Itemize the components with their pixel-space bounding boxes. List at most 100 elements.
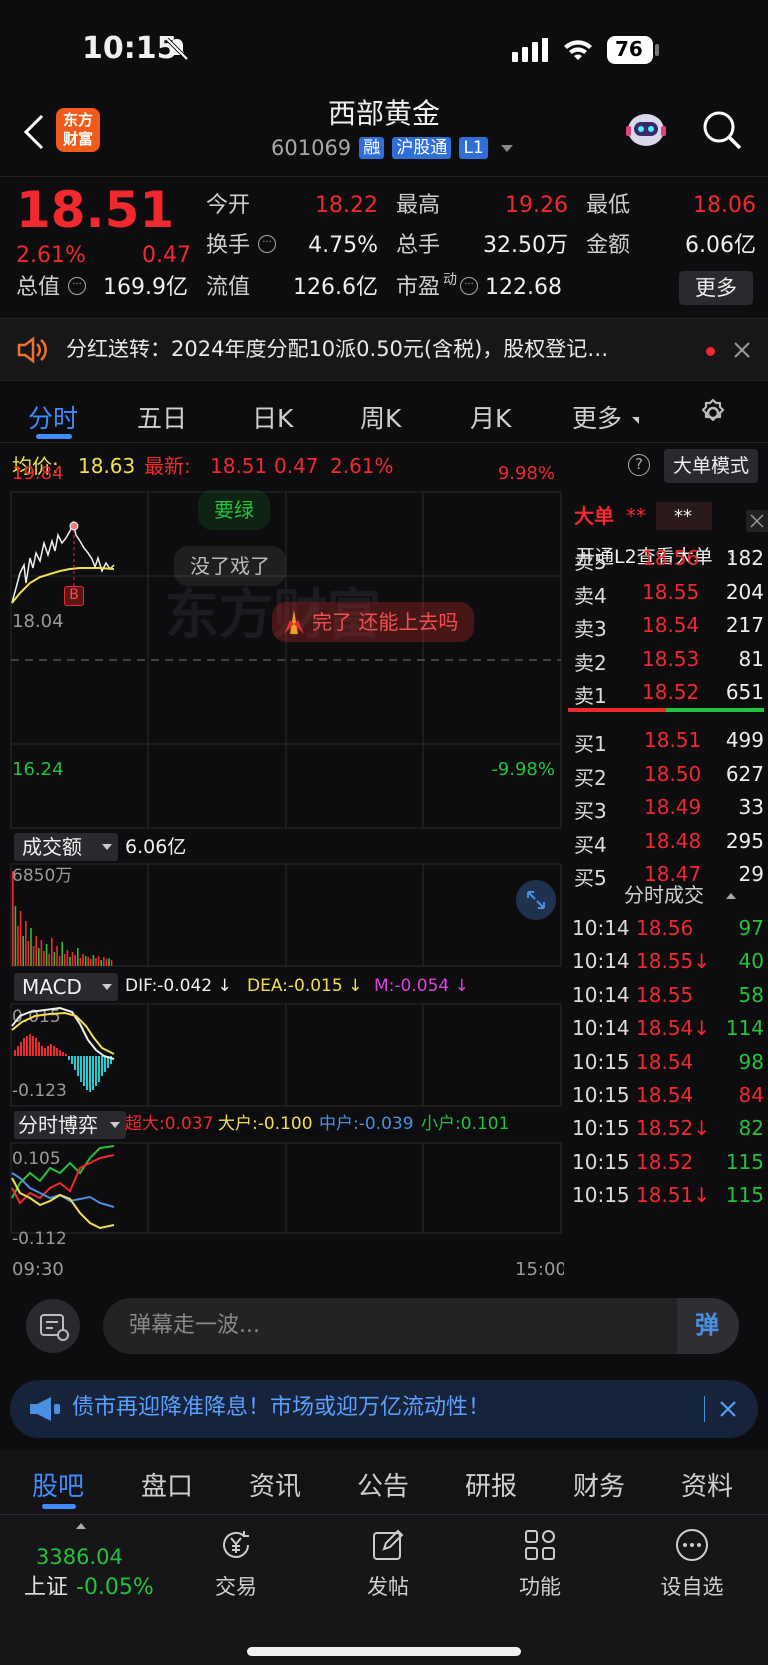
high-value: 19.26 [505,193,568,218]
stock-code-row: 601069 融 沪股通 L1 [271,136,513,162]
volume-bar [56,946,58,966]
macd-bar [86,1056,88,1090]
tab-news[interactable]: 资讯 [249,1466,301,1503]
bid-row[interactable]: 买4 18.48 295 [564,823,768,857]
tick-price: 18.56 [636,916,694,940]
big-order-label: 大单 [574,504,614,528]
tab-weekly-k[interactable]: 周K [360,399,401,435]
ask-row[interactable]: 卖2 18.53 81 [564,641,768,675]
tab-guba[interactable]: 股吧 [32,1466,84,1503]
ask-row[interactable]: 卖1 18.52 651 [564,674,768,708]
gear-icon[interactable] [697,397,729,429]
search-icon[interactable] [700,108,744,152]
big-order-mode-button[interactable]: 大单模式 [664,449,758,483]
ticks-title[interactable]: 分时成交 [624,885,704,905]
wifi-icon [564,40,592,60]
status-bar: 10:15 76 [0,0,768,100]
caret-up-icon [76,1523,86,1529]
change-amount: 0.47 [142,243,191,268]
info-dots-icon[interactable]: ··· [68,277,86,295]
more-dots-icon [676,1529,708,1561]
tab-intraday[interactable]: 分时 [28,399,78,435]
tab-daily-k[interactable]: 日K [252,399,293,435]
danmaku-bubble[interactable]: 没了戏了 [174,546,286,586]
macd-bar [74,1056,76,1070]
tick-volume: 82 [738,1116,764,1141]
tab-depth[interactable]: 盘口 [141,1466,193,1503]
tab-research[interactable]: 研报 [465,1466,517,1503]
ask-volume: 204 [725,579,764,604]
expand-button[interactable] [516,880,556,920]
close-icon [750,514,764,528]
volume-bar [12,871,14,966]
tick-price: 18.52 [636,1149,694,1174]
tab-monthly-k[interactable]: 月K [470,399,511,435]
tab-profile[interactable]: 资料 [681,1466,733,1503]
tab-indicator [42,1504,76,1509]
help-icon[interactable]: ? [628,454,650,476]
ask-row[interactable]: 卖5 18.56 182 [564,540,768,574]
robot-assistant-icon[interactable] [622,106,670,154]
ask-price: 18.54 [642,613,700,637]
ask-volume: 81 [738,646,764,671]
danmaku-bubble[interactable]: 要绿 [198,490,270,530]
close-l2-button[interactable] [746,510,768,532]
info-dots-icon[interactable]: ··· [460,277,478,295]
macd-bar [101,1056,103,1076]
caret-icon [632,417,639,424]
volume-bar [105,959,108,966]
volume-bar [69,957,71,966]
volume-bar [84,956,87,966]
macd-bar [98,1056,100,1082]
danmaku-settings-button[interactable] [26,1299,80,1353]
time-axis-start: 09:30 [12,1259,64,1280]
danmaku-placeholder: 弹幕走一波... [129,1313,260,1338]
ask-price: 18.56 [642,546,700,570]
intraday-chart[interactable]: 东方财富 19.84 9.98% 18.04 16.24 -9.98% B 要绿… [0,443,567,1283]
danmaku-input[interactable]: 弹幕走一波... 弹 [103,1298,739,1354]
macd-bar [95,1056,97,1086]
more-button[interactable]: 更多 [679,271,753,305]
game-axis-bottom: -0.112 [12,1229,67,1249]
promo-banner[interactable]: 债市再迎降准降息！市场或迎万亿流动性！ [10,1380,758,1438]
tab-finance[interactable]: 财务 [573,1466,625,1503]
tab-more[interactable]: 更多 [572,399,622,435]
bid-row[interactable]: 买2 18.50 627 [564,756,768,790]
caret-down-icon[interactable] [500,144,513,152]
volume-bar [92,955,95,966]
dividend-notice[interactable]: 分红送转：2024年度分配10派0.50元(含税)，股权登记… [0,318,768,381]
volume-bar [14,906,17,966]
tab-announcements[interactable]: 公告 [357,1466,409,1503]
macd-bar [59,1050,61,1056]
macd-bar [65,1054,67,1056]
macd-indicator-selector[interactable]: MACD [14,973,118,1001]
buy-marker[interactable]: B [64,586,84,606]
mktcap-label: 总值 [16,275,61,300]
volume-bar [45,944,48,966]
tabbar-functions-label: 功能 [519,1575,561,1599]
margin-badge: 融 [359,137,385,159]
game-small: 小户:0.101 [421,1114,510,1134]
volume-indicator-selector[interactable]: 成交额 [14,833,118,861]
caret-down-icon [102,844,112,850]
unread-dot [706,347,715,356]
bid-level: 买1 [574,732,607,756]
bid-row[interactable]: 买3 18.49 33 [564,789,768,823]
game-indicator-selector[interactable]: 分时博弈 [14,1111,126,1139]
level-badge: L1 [459,137,488,159]
bid-row[interactable]: 买1 18.51 499 [564,722,768,756]
tab-five-day[interactable]: 五日 [137,399,187,435]
ask-row[interactable]: 卖3 18.54 217 [564,607,768,641]
close-icon[interactable] [720,1401,736,1417]
volume-bar [66,950,69,966]
macd-bar [89,1056,91,1092]
close-icon[interactable] [734,342,750,358]
battery-cap [655,44,659,56]
caret-up-icon[interactable] [726,893,736,899]
danmaku-send-button[interactable]: 弹 [677,1298,739,1354]
info-dots-icon[interactable]: ··· [258,235,276,253]
volume-bar [30,928,32,966]
ask-row[interactable]: 卖4 18.55 204 [564,574,768,608]
index-ticker[interactable]: 3386.04 上证 -0.05% [20,1523,170,1603]
danmaku-bar: 弹幕走一波... 弹 [0,1283,768,1363]
